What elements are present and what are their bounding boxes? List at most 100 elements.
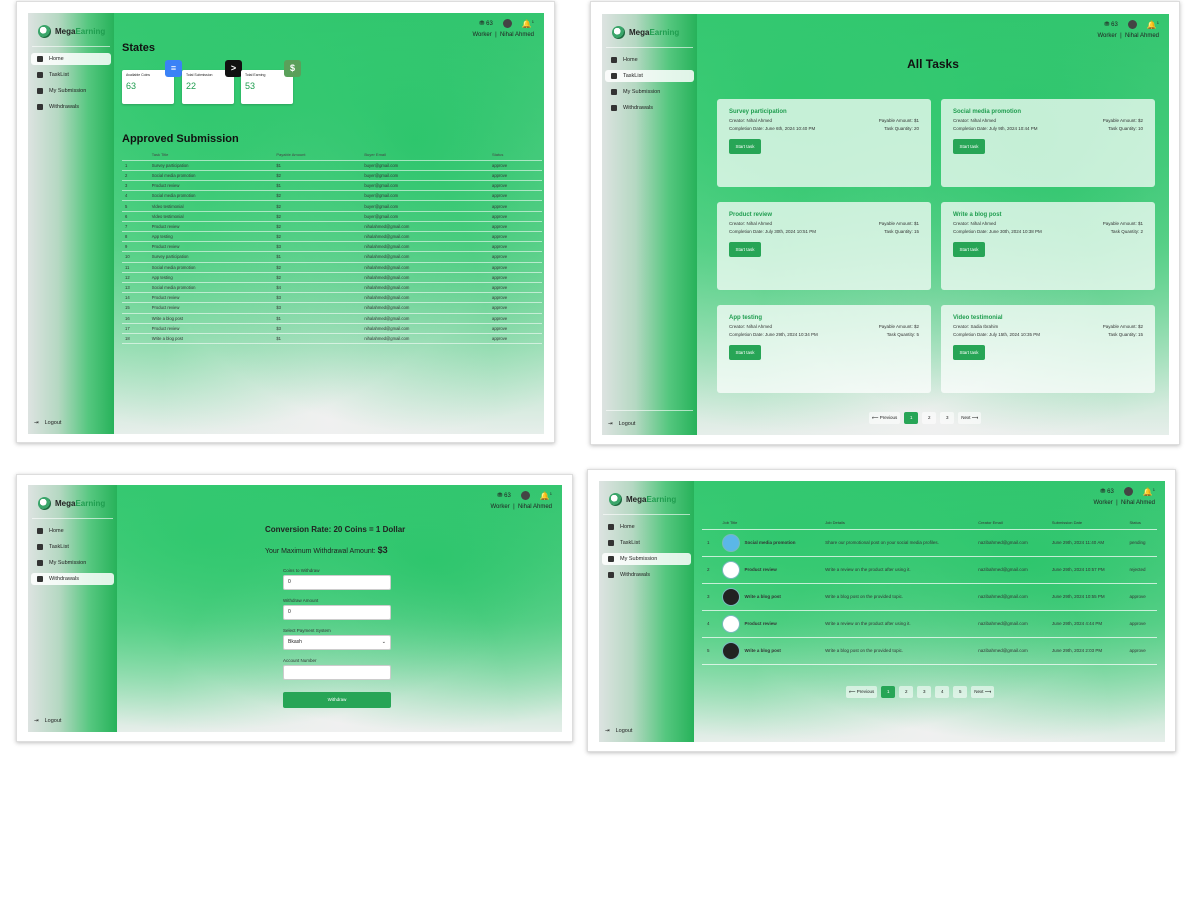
logout-icon: ⇥ [608, 421, 613, 427]
previous-button[interactable]: ⟵ Previous [869, 412, 901, 424]
page-button[interactable]: 2 [922, 412, 937, 424]
brand-logo[interactable]: MegaEarning [32, 485, 113, 519]
logout-button[interactable]: ⇥ Logout [34, 420, 61, 426]
sidebar-item-withdrawals[interactable]: Withdrawals [31, 101, 111, 113]
table-cell: June 29th, 2024 4:44 PM [1046, 610, 1125, 638]
approved-title: Approved Submission [122, 133, 239, 145]
table-cell: $2 [273, 170, 362, 182]
sidebar-item-tasklist[interactable]: TaskList [605, 70, 694, 82]
task-title: Survey participation [729, 109, 787, 115]
table-cell: 15 [122, 302, 149, 314]
sidebar-item-label: Withdrawals [49, 104, 79, 110]
logout-button[interactable]: ⇥ Logout [34, 718, 61, 724]
tasks-window: MegaEarning Home TaskList My Submission … [590, 1, 1180, 445]
table-cell: 18 [122, 333, 149, 345]
table-cell: Write a blog post [717, 583, 821, 611]
table-cell: 2 [702, 556, 718, 584]
sidebar-item-submission[interactable]: My Submission [605, 86, 694, 98]
start-task-button[interactable]: Start task [953, 345, 985, 360]
logout-button[interactable]: ⇥ Logout [608, 421, 635, 427]
amount-input[interactable]: 0 [283, 605, 391, 620]
bell-icon[interactable]: 🔔1 [1147, 20, 1159, 30]
brand-logo[interactable]: MegaEarning [32, 13, 110, 47]
states-title: States [122, 42, 156, 54]
table-cell: nihalahmed@gmail.com [361, 313, 490, 324]
avatar[interactable] [1123, 487, 1133, 497]
start-task-button[interactable]: Start task [953, 139, 985, 154]
sidebar-item-home[interactable]: Home [31, 53, 111, 65]
sidebar-item-withdrawals[interactable]: Withdrawals [605, 102, 694, 114]
page-button[interactable]: 4 [935, 686, 950, 698]
sidebar-item-submission[interactable]: My Submission [31, 557, 114, 569]
sidebar-item-home[interactable]: Home [31, 525, 114, 537]
avatar[interactable] [520, 491, 530, 501]
brand-logo[interactable]: MegaEarning [603, 481, 690, 515]
next-button[interactable]: Next ⟶ [958, 412, 982, 424]
page-button[interactable]: 2 [899, 686, 914, 698]
sidebar: MegaEarning Home TaskList My Submission … [28, 485, 117, 732]
sidebar-item-withdrawals[interactable]: Withdrawals [602, 569, 691, 581]
brand-earning: Earning [75, 27, 106, 36]
task-quantity: Task Quantity: 5 [886, 332, 919, 337]
table-cell: Write a blog post [148, 333, 274, 345]
bell-icon[interactable]: 🔔1 [540, 491, 552, 501]
table-cell: nihalahmed@gmail.com [361, 262, 490, 273]
avatar[interactable] [1127, 20, 1137, 30]
logout-button[interactable]: ⇥ Logout [605, 728, 632, 734]
table-cell: approve [489, 272, 542, 283]
task-date: Completion Date: July 15th, 2024 10:35 P… [953, 332, 1041, 337]
sidebar-item-tasklist[interactable]: TaskList [31, 541, 114, 553]
avatar[interactable] [502, 19, 512, 29]
submission-table: Job Title Job Details Creator Email Submiss… [702, 517, 1157, 665]
terminal-icon: > [225, 60, 242, 77]
table-cell: $3 [273, 241, 362, 253]
withdraw-button[interactable]: Withdraw [283, 692, 391, 708]
bell-icon[interactable]: 🔔1 [522, 19, 534, 29]
sidebar-item-submission[interactable]: My Submission [602, 553, 691, 565]
account-input[interactable] [283, 665, 391, 680]
sidebar-item-tasklist[interactable]: TaskList [602, 537, 691, 549]
sidebar-item-label: TaskList [49, 72, 69, 78]
next-button[interactable]: Next ⟶ [971, 686, 995, 698]
notif-count: 1 [1156, 20, 1159, 25]
task-date: Completion Date: June 6th, 2024 10:40 PM [729, 126, 816, 131]
start-task-button[interactable]: Start task [729, 345, 761, 360]
payment-select[interactable]: Bkash ⌄ [283, 635, 391, 650]
start-task-button[interactable]: Start task [729, 139, 761, 154]
page-button[interactable]: 3 [917, 686, 932, 698]
table-cell: Product review [148, 302, 274, 314]
sidebar-item-home[interactable]: Home [602, 521, 691, 533]
table-cell: nihalahmed@gmail.com [361, 272, 490, 283]
coins-input[interactable]: 0 [283, 575, 391, 590]
logout-icon: ⇥ [34, 420, 39, 426]
page-button[interactable]: 1 [881, 686, 896, 698]
start-task-button[interactable]: Start task [729, 242, 761, 257]
table-row: 5 Video testimonial $2 buyer@gmail.com appro… [122, 200, 542, 212]
table-cell: Survey participation [148, 251, 274, 263]
brand-logo[interactable]: MegaEarning [606, 14, 693, 48]
sidebar-item-withdrawals[interactable]: Withdrawals [31, 573, 114, 585]
page-button[interactable]: 3 [940, 412, 955, 424]
logout-label: Logout [44, 718, 62, 724]
table-cell: nihalahmed@gmail.com [361, 221, 490, 233]
sidebar-item-tasklist[interactable]: TaskList [31, 69, 111, 81]
start-task-button[interactable]: Start task [953, 242, 985, 257]
bell-icon[interactable]: 🔔1 [1143, 487, 1155, 497]
notif-count: 1 [531, 19, 534, 24]
logout-label: Logout [44, 420, 62, 426]
task-title: Social media promotion [953, 109, 1022, 115]
page-button[interactable]: 1 [904, 412, 919, 424]
tasks-main: ⛃ 63 🔔1 Worker | Nihal Ahmed All Tasks S… [697, 14, 1169, 435]
sidebar-item-submission[interactable]: My Submission [31, 85, 111, 97]
coins-label: Coins to Withdraw [283, 568, 320, 573]
previous-button[interactable]: ⟵ Previous [846, 686, 878, 698]
sidebar-item-home[interactable]: Home [605, 54, 694, 66]
table-header: Job Title [717, 517, 821, 530]
table-cell: approve [489, 180, 542, 192]
page-button[interactable]: 5 [953, 686, 968, 698]
sidebar-item-label: My Submission [49, 88, 87, 94]
logout-label: Logout [618, 421, 636, 427]
sidebar-item-label: Home [49, 528, 64, 534]
table-row: 7 Product review $2 nihalahmed@gmail.com app… [122, 221, 542, 233]
table-cell: buyer@gmail.com [361, 211, 490, 222]
